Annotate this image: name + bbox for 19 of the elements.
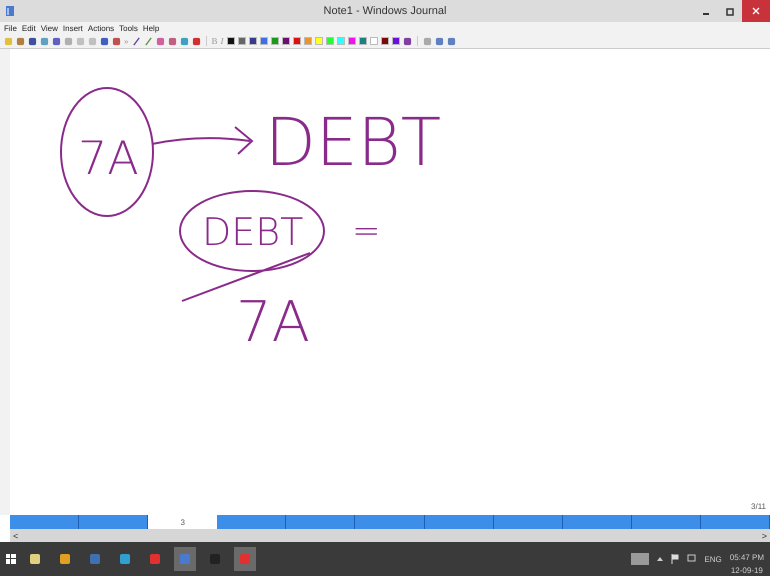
handwritten-text: 7A — [78, 131, 139, 185]
menu-item[interactable]: Insert — [62, 24, 83, 32]
menu-item[interactable]: Actions — [88, 24, 114, 32]
menu-item[interactable]: View — [40, 24, 58, 32]
page-number: 3/11 — [751, 502, 766, 511]
scroll-left-button[interactable]: < — [10, 530, 22, 540]
scroll-right-button[interactable]: > — [758, 530, 770, 540]
menu-item[interactable]: Help — [142, 24, 160, 32]
handwritten-text: DEBT — [265, 104, 442, 181]
handwritten-text: 7A — [236, 290, 310, 355]
handwritten-text: DEBT — [202, 210, 304, 254]
window-title: Note1 - Windows Journal — [324, 5, 446, 17]
menu-item[interactable]: Edit — [22, 24, 36, 32]
clock-time[interactable]: 05:47 PM — [730, 553, 764, 562]
handwritten-text: = — [352, 211, 380, 251]
menu-item[interactable]: Tools — [119, 24, 138, 32]
language-indicator[interactable]: ENG — [704, 554, 722, 564]
menu-item[interactable]: File — [4, 24, 17, 32]
clock-date[interactable]: 12-09-19 — [730, 566, 763, 575]
